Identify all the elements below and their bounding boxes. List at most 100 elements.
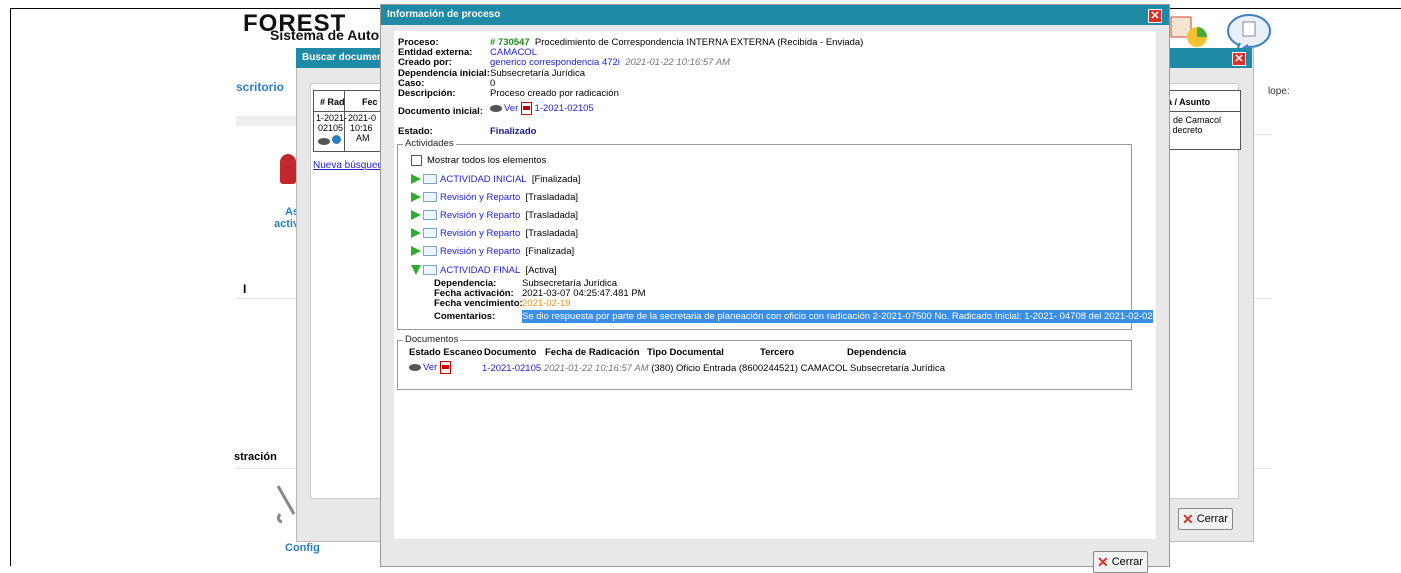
row-icons[interactable] bbox=[318, 135, 341, 146]
arrow-right-icon bbox=[411, 174, 421, 185]
activity-status: [Finalizada] bbox=[525, 246, 575, 257]
bg-bar bbox=[236, 116, 296, 126]
creado-user[interactable]: generico correspondencia 472i bbox=[490, 57, 620, 68]
envelope-icon bbox=[423, 174, 437, 185]
date-cell-2: 10:16 bbox=[350, 123, 373, 133]
col-dependencia: Dependencia bbox=[847, 347, 907, 358]
date-cell-3: AM bbox=[356, 133, 370, 143]
doc-row-details: (380) Oficio Entrada (8600244521) CAMACO… bbox=[651, 363, 945, 374]
doc-row-data: 1-2021-02105 2021-01-22 10:16:57 AM (380… bbox=[482, 363, 945, 374]
ver-link[interactable]: Ver bbox=[423, 362, 437, 373]
config-label[interactable]: Config bbox=[285, 542, 320, 554]
activity-name[interactable]: ACTIVIDAD FINAL bbox=[440, 265, 520, 276]
envelope-icon bbox=[423, 210, 437, 221]
new-search-link[interactable]: Nueva búsqueda bbox=[313, 160, 389, 171]
dialog-body: Proceso: # 730547 Procedimiento de Corre… bbox=[394, 31, 1156, 539]
close-icon: ✕ bbox=[1097, 554, 1109, 571]
actividades-legend: Actividades bbox=[403, 138, 456, 149]
fecha-radicacion-value: 2021-01-22 10:16:57 AM bbox=[543, 363, 649, 374]
activity-row[interactable]: Revisión y Reparto [Trasladada] bbox=[411, 228, 578, 239]
divider bbox=[236, 468, 296, 469]
show-all-toggle[interactable]: Mostrar todos los elementos bbox=[411, 155, 546, 166]
descripcion-label: Descripción: bbox=[398, 88, 456, 99]
arrow-down-icon bbox=[411, 265, 421, 276]
activity-row[interactable]: Revisión y Reparto [Trasladada] bbox=[411, 192, 578, 203]
divider bbox=[236, 298, 296, 299]
pdf-icon[interactable] bbox=[439, 361, 451, 374]
bg-marker: I bbox=[243, 282, 247, 296]
creado-label: Creado por: bbox=[398, 57, 452, 68]
activity-status: [Activa] bbox=[525, 265, 557, 276]
col-tercero: Tercero bbox=[760, 347, 795, 358]
activity-row[interactable]: Revisión y Reparto [Finalizada] bbox=[411, 246, 574, 257]
divider bbox=[1252, 468, 1272, 469]
activity-row[interactable]: Revisión y Reparto [Trasladada] bbox=[411, 210, 578, 221]
doc-inicial-value: Ver 1-2021-02105 bbox=[490, 102, 594, 115]
close-dialog-label: Cerrar bbox=[1111, 556, 1143, 568]
envelope-icon bbox=[423, 246, 437, 257]
close-icon[interactable]: ✕ bbox=[1148, 9, 1162, 23]
estado-label: Estado: bbox=[398, 126, 433, 137]
divider bbox=[1252, 298, 1272, 299]
arrow-right-icon bbox=[411, 246, 421, 257]
activity-name[interactable]: Revisión y Reparto bbox=[440, 210, 520, 221]
chart-icon[interactable] bbox=[1169, 15, 1209, 49]
creado-date: 2021-01-22 10:16:57 AM bbox=[625, 57, 730, 68]
view-icon[interactable] bbox=[490, 105, 502, 112]
search-dialog-title: Buscar document bbox=[296, 48, 382, 68]
comentarios-value: Se dio respuesta por parte de la secreta… bbox=[522, 310, 1153, 323]
activity-status: [Trasladada] bbox=[525, 210, 579, 221]
activity-name[interactable]: ACTIVIDAD INICIAL bbox=[440, 174, 527, 185]
doc-inicial-label: Documento inicial: bbox=[398, 106, 483, 117]
activity-name[interactable]: Revisión y Reparto bbox=[440, 192, 520, 203]
ver-link[interactable]: Ver bbox=[504, 103, 518, 114]
descripcion-value: Proceso creado por radicación bbox=[490, 88, 619, 99]
info-icon[interactable] bbox=[332, 135, 341, 144]
close-icon: ✕ bbox=[1182, 511, 1194, 528]
dependencia-value: Subsecretaría Jurídica bbox=[490, 68, 586, 79]
envelope-icon bbox=[423, 228, 437, 239]
doc-row-scan[interactable]: Ver bbox=[409, 361, 451, 374]
doc-inicial-link[interactable]: 1-2021-02105 bbox=[535, 103, 594, 114]
activity-row-active[interactable]: ACTIVIDAD FINAL [Activa] bbox=[411, 265, 557, 276]
view-icon[interactable] bbox=[409, 364, 421, 371]
documento-link[interactable]: 1-2021-02105 bbox=[482, 363, 541, 374]
col-rad-header: # Rad bbox=[320, 97, 345, 107]
arrow-right-icon bbox=[411, 210, 421, 221]
search-results-table: # Rad Fec 1-2021- 02105 2021-0 10:16 AM bbox=[313, 90, 385, 152]
activity-name[interactable]: Revisión y Reparto bbox=[440, 246, 520, 257]
rad-cell-2: 02105 bbox=[318, 123, 344, 133]
divider bbox=[1252, 134, 1272, 135]
fecha-vencimiento-label: Fecha vencimiento: bbox=[434, 298, 523, 309]
activity-status: [Trasladada] bbox=[525, 192, 579, 203]
close-icon[interactable]: ✕ bbox=[1232, 52, 1246, 66]
col-fecha-header: Fec bbox=[362, 97, 378, 107]
pdf-icon[interactable] bbox=[520, 102, 532, 115]
dialog-title: Información de proceso bbox=[381, 5, 1169, 25]
envelope-icon bbox=[423, 192, 437, 203]
process-info-dialog: Información de proceso ✕ Proceso: # 7305… bbox=[380, 4, 1170, 573]
show-all-checkbox[interactable] bbox=[411, 155, 422, 166]
col-documento: Documento bbox=[484, 347, 537, 358]
date-cell: 2021-0 bbox=[348, 113, 377, 123]
col-fecha-radicacion: Fecha de Radicación bbox=[545, 347, 640, 358]
col-estado-escaneo: Estado Escaneo bbox=[409, 347, 483, 358]
fecha-vencimiento-value: 2021-02-19 bbox=[522, 298, 571, 309]
activity-status: [Finalizada] bbox=[531, 174, 581, 185]
close-search-button[interactable]: ✕ Cerrar bbox=[1178, 508, 1233, 530]
user-name: lope: bbox=[1268, 86, 1290, 97]
tab-escritorio[interactable]: scritorio bbox=[236, 80, 284, 94]
show-all-label: Mostrar todos los elementos bbox=[427, 155, 547, 167]
creado-value: generico correspondencia 472i 2021-01-22… bbox=[490, 57, 730, 68]
proceso-text: Procedimiento de Correspondencia INTERNA… bbox=[534, 37, 864, 48]
rad-cell: 1-2021- bbox=[316, 113, 348, 123]
close-dialog-button[interactable]: ✕ Cerrar bbox=[1093, 551, 1148, 573]
view-icon[interactable] bbox=[318, 138, 330, 146]
activity-row[interactable]: ACTIVIDAD INICIAL [Finalizada] bbox=[411, 174, 580, 185]
col-tipo-documental: Tipo Documental bbox=[647, 347, 724, 358]
tools-icon[interactable] bbox=[274, 484, 296, 524]
activity-name[interactable]: Revisión y Reparto bbox=[440, 228, 520, 239]
comentarios-label: Comentarios: bbox=[434, 311, 496, 322]
activities-icon[interactable] bbox=[280, 154, 296, 184]
arrow-right-icon bbox=[411, 228, 421, 239]
